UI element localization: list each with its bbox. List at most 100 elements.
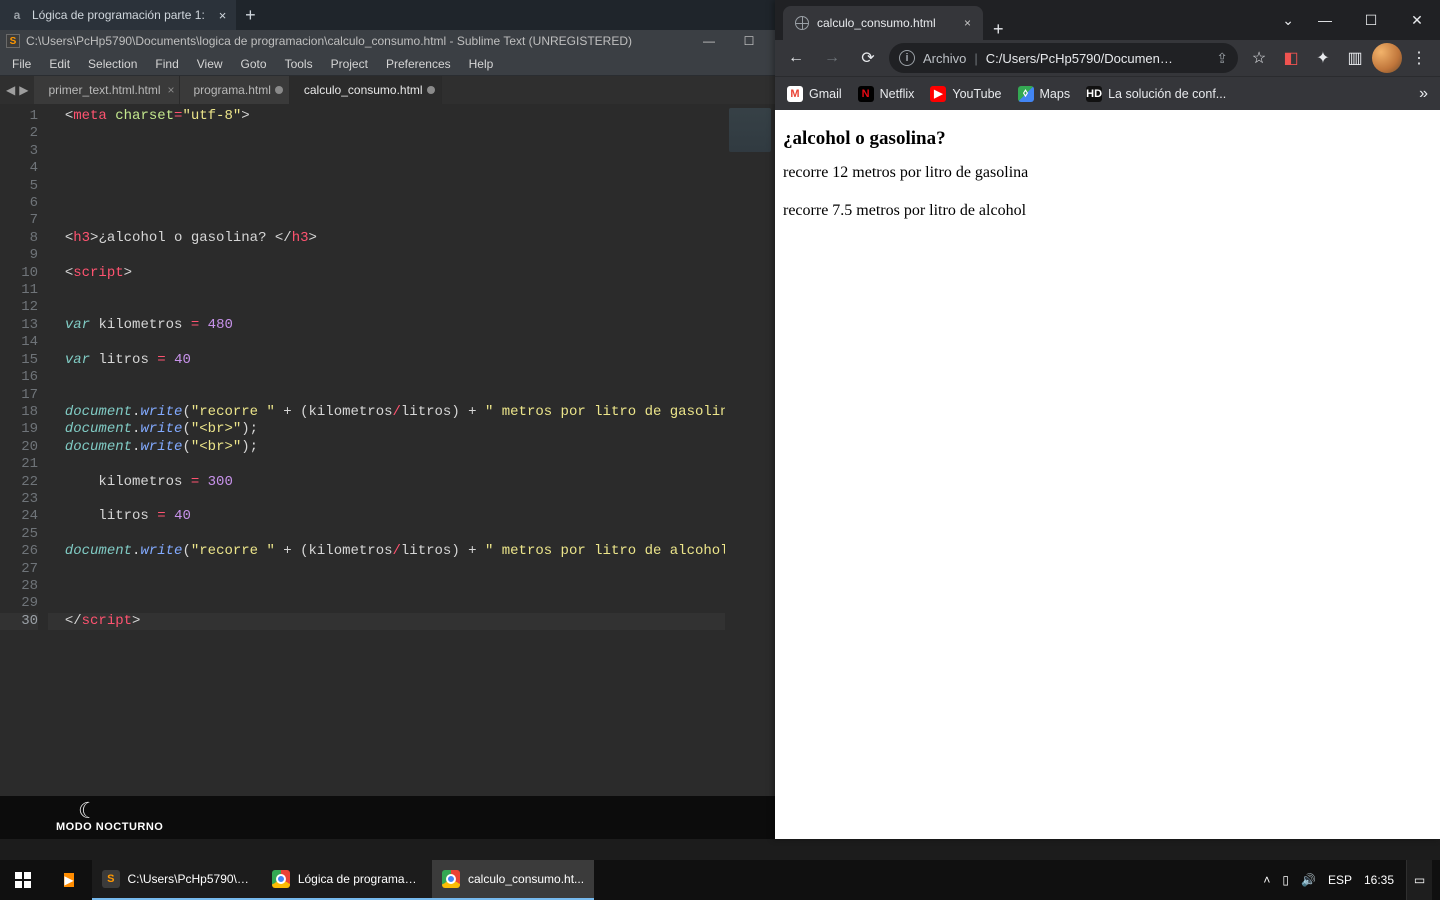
gmail-icon: M bbox=[787, 86, 803, 102]
chrome-toolbar: ← → ⟳ i Archivo | C:/Users/PcHp5790/Docu… bbox=[775, 40, 1440, 76]
nav-back-icon[interactable]: ← bbox=[781, 43, 811, 73]
ime-indicator[interactable]: ESP bbox=[1328, 873, 1352, 887]
tab-label: programa.html bbox=[194, 83, 271, 97]
page-line-alcohol: recorre 7.5 metros por litro de alcohol bbox=[783, 202, 1432, 220]
taskbar-app-chrome-2[interactable]: calculo_consumo.ht... bbox=[432, 860, 594, 900]
os-tab[interactable]: a Lógica de programación parte 1: × bbox=[0, 0, 236, 30]
bookmark-label: Maps bbox=[1040, 87, 1071, 101]
omnibox[interactable]: i Archivo | C:/Users/PcHp5790/Documen… ⇪ bbox=[889, 43, 1238, 73]
night-mode-widget[interactable]: ☾ MODO NOCTURNO bbox=[0, 796, 775, 839]
sublime-titlebar[interactable]: S C:\Users\PcHp5790\Documents\logica de … bbox=[0, 30, 775, 52]
task-view-button[interactable]: ▶ bbox=[46, 860, 92, 900]
tab-label: primer_text.html.html bbox=[48, 83, 160, 97]
windows-icon bbox=[15, 872, 31, 888]
moon-icon: ☾ bbox=[78, 798, 98, 824]
rendered-page: ¿alcohol o gasolina? recorre 12 metros p… bbox=[775, 110, 1440, 839]
close-icon[interactable]: × bbox=[964, 16, 971, 30]
globe-icon bbox=[795, 16, 809, 30]
maximize-button[interactable]: ☐ bbox=[729, 30, 769, 52]
action-center-icon[interactable]: ▭ bbox=[1406, 860, 1432, 900]
minimap-viewport[interactable] bbox=[729, 108, 771, 152]
minimap[interactable] bbox=[725, 104, 775, 798]
tab-favicon: a bbox=[10, 8, 24, 22]
menu-edit[interactable]: Edit bbox=[41, 54, 78, 74]
tab-label: calculo_consumo.html bbox=[304, 83, 423, 97]
reload-icon[interactable]: ⟳ bbox=[853, 43, 883, 73]
tab-hist-back-icon[interactable]: ◀ bbox=[6, 83, 15, 97]
new-tab-button[interactable]: + bbox=[983, 19, 1014, 40]
clock[interactable]: 16:35 bbox=[1364, 873, 1394, 887]
menu-preferences[interactable]: Preferences bbox=[378, 54, 459, 74]
maximize-button[interactable]: ☐ bbox=[1348, 0, 1394, 40]
bookmark-youtube[interactable]: ▶YouTube bbox=[930, 86, 1001, 102]
nav-forward-icon[interactable]: → bbox=[817, 43, 847, 73]
minimize-button[interactable]: — bbox=[689, 30, 729, 52]
share-icon[interactable]: ⇪ bbox=[1216, 50, 1228, 67]
menu-tools[interactable]: Tools bbox=[277, 54, 321, 74]
dirty-dot-icon bbox=[275, 86, 283, 94]
avatar[interactable] bbox=[1372, 43, 1402, 73]
close-icon[interactable]: × bbox=[167, 83, 174, 97]
editor-tab-primer[interactable]: primer_text.html.html × bbox=[34, 76, 179, 104]
taskbar-app-label: Lógica de programaci... bbox=[298, 872, 422, 886]
bookmark-label: La solución de conf... bbox=[1108, 87, 1226, 101]
media-app-icon: ▶ bbox=[64, 873, 73, 887]
menu-project[interactable]: Project bbox=[323, 54, 376, 74]
line-gutter[interactable]: 1234567891011121314151617181920212223242… bbox=[0, 104, 48, 798]
menu-file[interactable]: File bbox=[4, 54, 39, 74]
tab-hist-fwd-icon[interactable]: ▶ bbox=[19, 83, 28, 97]
menu-goto[interactable]: Goto bbox=[233, 54, 275, 74]
hd-icon: HD bbox=[1086, 86, 1102, 102]
netflix-icon: N bbox=[858, 86, 874, 102]
sublime-window: S C:\Users\PcHp5790\Documents\logica de … bbox=[0, 30, 775, 820]
chrome-window: calculo_consumo.html × + ⌄ — ☐ ✕ ← → ⟳ i… bbox=[775, 0, 1440, 839]
chrome-tab[interactable]: calculo_consumo.html × bbox=[783, 6, 983, 40]
bookmark-star-icon[interactable]: ☆ bbox=[1244, 43, 1274, 73]
sublime-icon: S bbox=[102, 870, 120, 888]
close-icon[interactable]: × bbox=[219, 8, 227, 23]
menu-selection[interactable]: Selection bbox=[80, 54, 145, 74]
bookmarks-overflow-icon[interactable]: » bbox=[1419, 85, 1428, 103]
volume-icon[interactable]: 🔊 bbox=[1301, 873, 1316, 887]
extensions-icon[interactable]: ✦ bbox=[1308, 43, 1338, 73]
menu-help[interactable]: Help bbox=[461, 54, 502, 74]
dirty-dot-icon bbox=[427, 86, 435, 94]
reading-list-icon[interactable]: ◧ bbox=[1276, 43, 1306, 73]
editor-tab-calculo[interactable]: calculo_consumo.html bbox=[290, 76, 442, 104]
minimize-button[interactable]: — bbox=[1302, 0, 1348, 40]
system-tray: ˄ ▯ 🔊 ESP 16:35 ▭ bbox=[1251, 860, 1440, 900]
new-os-tab[interactable]: + bbox=[236, 0, 264, 30]
menu-find[interactable]: Find bbox=[147, 54, 186, 74]
bookmark-gmail[interactable]: M Gmail bbox=[787, 86, 842, 102]
omnibox-scheme: Archivo bbox=[923, 51, 966, 66]
bookmark-label: Gmail bbox=[809, 87, 842, 101]
site-info-icon[interactable]: i bbox=[899, 50, 915, 66]
chrome-menu-icon[interactable]: ⋮ bbox=[1404, 43, 1434, 73]
tab-search-icon[interactable]: ⌄ bbox=[1274, 12, 1302, 29]
bookmark-hd[interactable]: HD La solución de conf... bbox=[1086, 86, 1226, 102]
start-button[interactable] bbox=[0, 860, 46, 900]
taskbar-app-chrome-1[interactable]: Lógica de programaci... bbox=[262, 860, 432, 900]
chrome-tab-title: calculo_consumo.html bbox=[817, 16, 936, 30]
close-button[interactable]: ✕ bbox=[1394, 0, 1440, 40]
bookmark-maps[interactable]: ⬨Maps bbox=[1018, 86, 1071, 102]
bookmark-netflix[interactable]: NNetflix bbox=[858, 86, 915, 102]
chrome-icon bbox=[272, 870, 290, 888]
chrome-titlebar[interactable]: calculo_consumo.html × + ⌄ — ☐ ✕ bbox=[775, 0, 1440, 40]
omnibox-path: C:/Users/PcHp5790/Documen… bbox=[986, 51, 1173, 66]
chrome-icon bbox=[442, 870, 460, 888]
page-heading: ¿alcohol o gasolina? bbox=[783, 128, 1432, 150]
os-tab-strip: a Lógica de programación parte 1: × + bbox=[0, 0, 775, 30]
network-icon[interactable]: ▯ bbox=[1282, 873, 1289, 887]
sublime-menubar: File Edit Selection Find View Goto Tools… bbox=[0, 52, 775, 76]
side-panel-icon[interactable]: ▥ bbox=[1340, 43, 1370, 73]
taskbar-app-label: calculo_consumo.ht... bbox=[468, 872, 584, 886]
page-line-gasolina: recorre 12 metros por litro de gasolina bbox=[783, 164, 1432, 182]
code-editor[interactable]: <meta charset="utf-8"> <h3>¿alcohol o ga… bbox=[48, 104, 725, 798]
tray-chevron-icon[interactable]: ˄ bbox=[1263, 873, 1270, 887]
sublime-app-icon: S bbox=[6, 34, 20, 48]
editor-tab-programa[interactable]: programa.html bbox=[180, 76, 290, 104]
youtube-icon: ▶ bbox=[930, 86, 946, 102]
taskbar-app-sublime[interactable]: S C:\Users\PcHp5790\D... bbox=[92, 860, 262, 900]
menu-view[interactable]: View bbox=[189, 54, 231, 74]
